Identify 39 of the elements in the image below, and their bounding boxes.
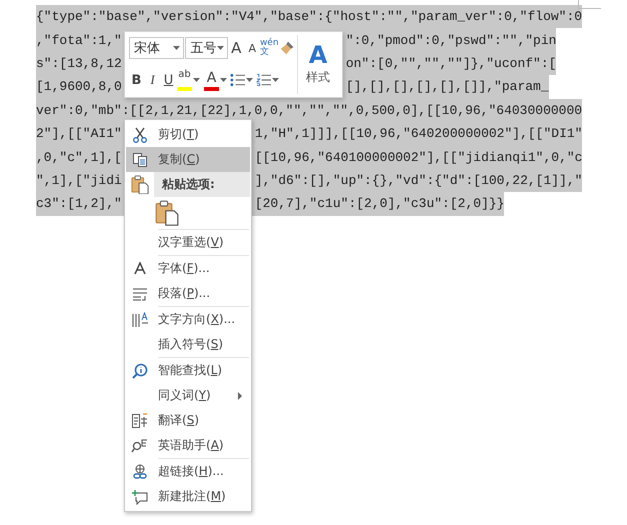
menu-item[interactable]: 插入符号(S) [126, 332, 250, 357]
menu-item[interactable]: 翻译(S) [126, 408, 250, 433]
search-info-icon [132, 362, 148, 378]
caret-icon[interactable] [220, 78, 227, 82]
submenu-arrow-icon [238, 392, 242, 400]
english-assistant-icon [131, 438, 149, 454]
font-color-button[interactable]: A [204, 69, 219, 91]
caret-icon[interactable] [246, 78, 253, 82]
hyperlink-icon [132, 464, 148, 480]
highlight-button[interactable]: ab [177, 69, 192, 91]
menu-item[interactable]: 文字方向(X)... [126, 307, 250, 332]
menu-item[interactable]: 英语助手(A) [126, 433, 250, 458]
numbering-icon[interactable] [256, 73, 271, 87]
caret-icon[interactable] [272, 78, 279, 82]
scissors-icon [132, 126, 148, 142]
menu-item[interactable]: 新建批注(M) [126, 484, 250, 509]
paragraph-icon [132, 286, 148, 300]
menu-item[interactable]: 字体(F)... [126, 256, 250, 281]
font-name-combo[interactable]: 宋体 [129, 37, 184, 59]
text-direction-icon [131, 312, 149, 328]
menu-item[interactable]: 汉字重选(V) [126, 230, 250, 255]
styles-button[interactable]: A 样式 [297, 35, 338, 94]
menu-item[interactable]: 段落(P)... [126, 281, 250, 306]
clipboard-icon [131, 174, 149, 194]
menu-item[interactable]: 智能查找(L) [126, 358, 250, 383]
menu-section-header: 粘贴选项: [154, 172, 250, 197]
menu-item[interactable]: 剪切(T) [126, 122, 250, 147]
font-size-combo[interactable]: 五号 [185, 37, 228, 59]
new-comment-icon [132, 488, 148, 504]
caret-icon[interactable] [193, 78, 200, 82]
font-icon [134, 262, 146, 275]
bullets-icon[interactable] [230, 73, 245, 87]
paste-option-icon [155, 200, 179, 226]
menu-item[interactable]: 复制(C) [126, 147, 250, 172]
menu-item[interactable]: 超链接(H)... [126, 459, 250, 484]
copy-icon [132, 152, 148, 168]
menu-item[interactable]: 同义词(Y) [126, 383, 250, 408]
brush-icon[interactable] [278, 39, 295, 57]
translate-icon [131, 412, 149, 428]
